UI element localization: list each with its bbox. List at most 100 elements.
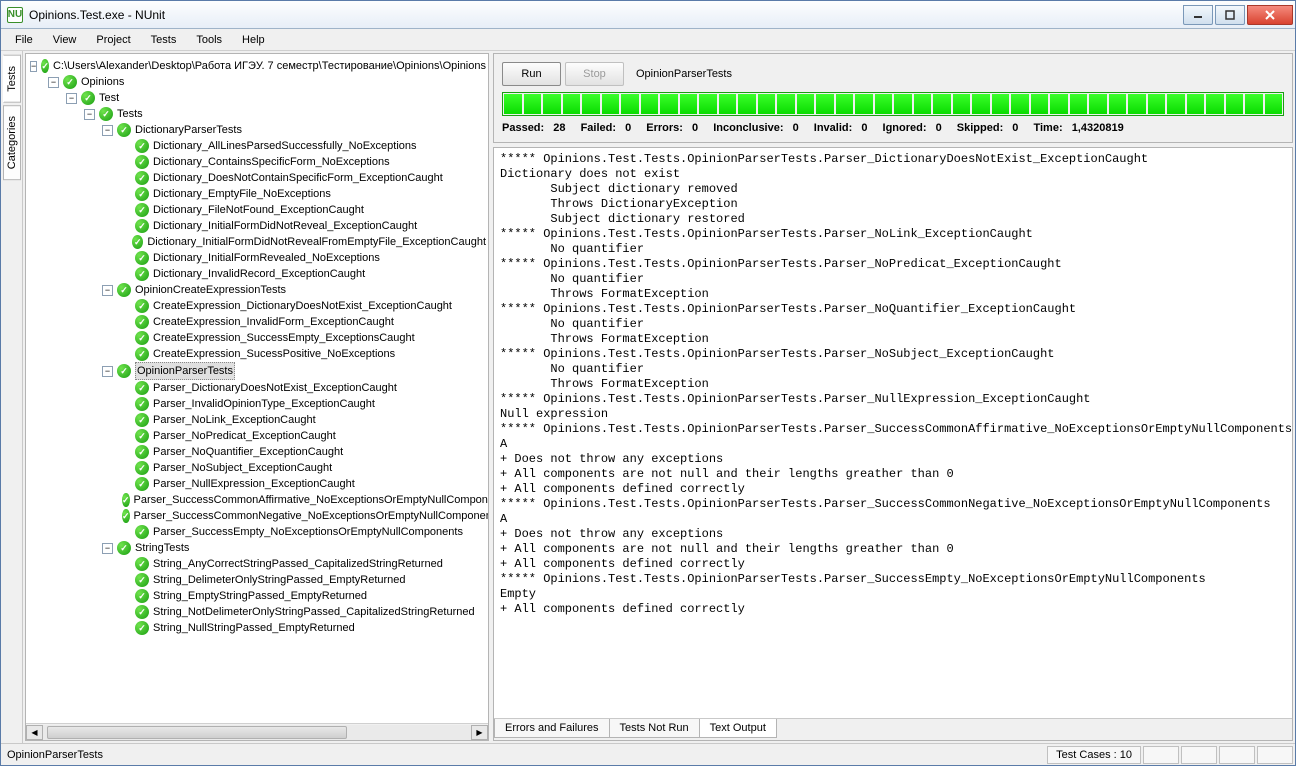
tree-node[interactable]: Dictionary_AllLinesParsedSuccessfully_No…: [120, 138, 486, 154]
expander-icon[interactable]: −: [30, 61, 37, 72]
tree-node[interactable]: Dictionary_InitialFormDidNotRevealFromEm…: [120, 234, 486, 250]
tree-node[interactable]: Dictionary_ContainsSpecificForm_NoExcept…: [120, 154, 486, 170]
tree-label[interactable]: String_EmptyStringPassed_EmptyReturned: [153, 588, 367, 604]
menu-tests[interactable]: Tests: [141, 32, 187, 48]
tree-node[interactable]: Parser_SuccessCommonAffirmative_NoExcept…: [120, 492, 486, 508]
tree-label[interactable]: Parser_SuccessCommonNegative_NoException…: [134, 508, 488, 524]
expander-icon[interactable]: −: [102, 125, 113, 136]
tree-label[interactable]: Dictionary_AllLinesParsedSuccessfully_No…: [153, 138, 417, 154]
menu-file[interactable]: File: [5, 32, 43, 48]
tree-node[interactable]: Parser_NullExpression_ExceptionCaught: [120, 476, 486, 492]
tree-node[interactable]: String_NullStringPassed_EmptyReturned: [120, 620, 486, 636]
tree-label[interactable]: String_NullStringPassed_EmptyReturned: [153, 620, 355, 636]
tree-node[interactable]: Parser_SuccessEmpty_NoExceptionsOrEmptyN…: [120, 524, 486, 540]
tree-label[interactable]: Parser_InvalidOpinionType_ExceptionCaugh…: [153, 396, 375, 412]
tree-hscrollbar[interactable]: ◀ ▶: [26, 723, 488, 740]
tree-node[interactable]: String_DelimeterOnlyStringPassed_EmptyRe…: [120, 572, 486, 588]
tree-node[interactable]: Parser_NoSubject_ExceptionCaught: [120, 460, 486, 476]
tree-label[interactable]: String_AnyCorrectStringPassed_Capitalize…: [153, 556, 443, 572]
tree-label[interactable]: Opinions: [81, 74, 124, 90]
menu-view[interactable]: View: [43, 32, 87, 48]
tree-label[interactable]: Parser_DictionaryDoesNotExist_ExceptionC…: [153, 380, 397, 396]
tree-label[interactable]: Dictionary_InvalidRecord_ExceptionCaught: [153, 266, 365, 282]
text-output[interactable]: ***** Opinions.Test.Tests.OpinionParserT…: [494, 148, 1292, 718]
expander-icon[interactable]: −: [84, 109, 95, 120]
tab-text-output[interactable]: Text Output: [699, 719, 777, 738]
tree-node[interactable]: Parser_InvalidOpinionType_ExceptionCaugh…: [120, 396, 486, 412]
tree-label[interactable]: CreateExpression_InvalidForm_ExceptionCa…: [153, 314, 394, 330]
tree-node[interactable]: Parser_NoLink_ExceptionCaught: [120, 412, 486, 428]
tree-label[interactable]: Dictionary_InitialFormRevealed_NoExcepti…: [153, 250, 380, 266]
tree-node[interactable]: CreateExpression_InvalidForm_ExceptionCa…: [120, 314, 486, 330]
tree-label[interactable]: OpinionParserTests: [135, 362, 235, 380]
tree-label[interactable]: Test: [99, 90, 119, 106]
tree-label[interactable]: Tests: [117, 106, 143, 122]
tree-node[interactable]: Parser_DictionaryDoesNotExist_ExceptionC…: [120, 380, 486, 396]
menu-project[interactable]: Project: [86, 32, 140, 48]
expander-icon[interactable]: −: [102, 543, 113, 554]
tree-node[interactable]: CreateExpression_SucessPositive_NoExcept…: [120, 346, 486, 362]
stop-button[interactable]: Stop: [565, 62, 624, 86]
tree-node[interactable]: − Test: [66, 90, 486, 106]
tree-label[interactable]: Parser_SuccessCommonAffirmative_NoExcept…: [134, 492, 488, 508]
tree-node[interactable]: Parser_NoPredicat_ExceptionCaught: [120, 428, 486, 444]
tree-label[interactable]: Parser_NoSubject_ExceptionCaught: [153, 460, 332, 476]
scroll-left-icon[interactable]: ◀: [26, 725, 43, 740]
tree-label[interactable]: Dictionary_DoesNotContainSpecificForm_Ex…: [153, 170, 443, 186]
tree-label[interactable]: CreateExpression_SuccessEmpty_Exceptions…: [153, 330, 415, 346]
tree-node[interactable]: Dictionary_FileNotFound_ExceptionCaught: [120, 202, 486, 218]
tree-node[interactable]: Dictionary_EmptyFile_NoExceptions: [120, 186, 486, 202]
run-button[interactable]: Run: [502, 62, 561, 86]
scroll-track[interactable]: [43, 725, 471, 740]
tree-label[interactable]: CreateExpression_SucessPositive_NoExcept…: [153, 346, 395, 362]
tree-node[interactable]: CreateExpression_SuccessEmpty_Exceptions…: [120, 330, 486, 346]
tree-node[interactable]: Dictionary_InitialFormRevealed_NoExcepti…: [120, 250, 486, 266]
tree-node[interactable]: String_EmptyStringPassed_EmptyReturned: [120, 588, 486, 604]
maximize-button[interactable]: [1215, 5, 1245, 25]
sidetab-categories[interactable]: Categories: [3, 105, 21, 180]
tree-label[interactable]: Parser_NullExpression_ExceptionCaught: [153, 476, 355, 492]
tree-label[interactable]: CreateExpression_DictionaryDoesNotExist_…: [153, 298, 452, 314]
tree-node[interactable]: String_AnyCorrectStringPassed_Capitalize…: [120, 556, 486, 572]
tree-node[interactable]: − Tests: [84, 106, 486, 122]
tree-node[interactable]: − DictionaryParserTests: [102, 122, 486, 138]
tree-node[interactable]: − Opinions: [48, 74, 486, 90]
expander-icon[interactable]: −: [66, 93, 77, 104]
tree-label[interactable]: StringTests: [135, 540, 189, 556]
tree-label[interactable]: Parser_SuccessEmpty_NoExceptionsOrEmptyN…: [153, 524, 463, 540]
expander-icon[interactable]: −: [102, 285, 113, 296]
tree-node[interactable]: − OpinionCreateExpressionTests: [102, 282, 486, 298]
minimize-button[interactable]: [1183, 5, 1213, 25]
expander-icon[interactable]: −: [48, 77, 59, 88]
scroll-thumb[interactable]: [47, 726, 347, 739]
tree-label[interactable]: Dictionary_ContainsSpecificForm_NoExcept…: [153, 154, 390, 170]
sidetab-tests[interactable]: Tests: [3, 55, 21, 103]
tree-label[interactable]: String_NotDelimeterOnlyStringPassed_Capi…: [153, 604, 475, 620]
tree-node[interactable]: Parser_NoQuantifier_ExceptionCaught: [120, 444, 486, 460]
tree-label[interactable]: Dictionary_InitialFormDidNotRevealFromEm…: [147, 234, 486, 250]
tree-label[interactable]: Dictionary_FileNotFound_ExceptionCaught: [153, 202, 364, 218]
tree-label[interactable]: Dictionary_InitialFormDidNotReveal_Excep…: [153, 218, 417, 234]
tree-node[interactable]: − StringTests: [102, 540, 486, 556]
tree-node[interactable]: Dictionary_InvalidRecord_ExceptionCaught: [120, 266, 486, 282]
scroll-right-icon[interactable]: ▶: [471, 725, 488, 740]
tree-label[interactable]: OpinionCreateExpressionTests: [135, 282, 286, 298]
tree-label[interactable]: String_DelimeterOnlyStringPassed_EmptyRe…: [153, 572, 406, 588]
tree-node[interactable]: Dictionary_DoesNotContainSpecificForm_Ex…: [120, 170, 486, 186]
tab-tests-not-run[interactable]: Tests Not Run: [609, 719, 700, 738]
menu-help[interactable]: Help: [232, 32, 275, 48]
close-button[interactable]: [1247, 5, 1293, 25]
tree-label[interactable]: Parser_NoQuantifier_ExceptionCaught: [153, 444, 343, 460]
tree-label[interactable]: DictionaryParserTests: [135, 122, 242, 138]
expander-icon[interactable]: −: [102, 366, 113, 377]
test-tree[interactable]: −C:\Users\Alexander\Desktop\Работа ИГЭУ.…: [26, 54, 488, 723]
tree-node[interactable]: Dictionary_InitialFormDidNotReveal_Excep…: [120, 218, 486, 234]
tree-node[interactable]: − OpinionParserTests: [102, 362, 486, 380]
tree-node[interactable]: −C:\Users\Alexander\Desktop\Работа ИГЭУ.…: [30, 58, 486, 74]
tree-label[interactable]: Dictionary_EmptyFile_NoExceptions: [153, 186, 331, 202]
tree-label[interactable]: Parser_NoLink_ExceptionCaught: [153, 412, 316, 428]
menu-tools[interactable]: Tools: [186, 32, 232, 48]
tree-node[interactable]: CreateExpression_DictionaryDoesNotExist_…: [120, 298, 486, 314]
tab-errors-failures[interactable]: Errors and Failures: [494, 719, 610, 738]
tree-node[interactable]: String_NotDelimeterOnlyStringPassed_Capi…: [120, 604, 486, 620]
